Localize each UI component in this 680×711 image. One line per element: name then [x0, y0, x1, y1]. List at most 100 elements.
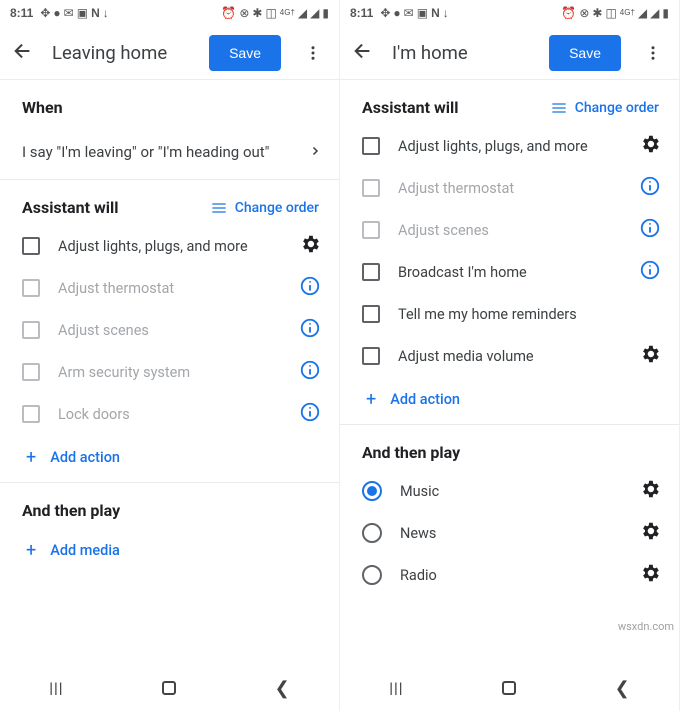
overflow-menu-button[interactable]: [293, 33, 333, 73]
play-label: Radio: [400, 567, 621, 584]
save-button[interactable]: Save: [209, 35, 281, 71]
back-button[interactable]: [12, 40, 34, 66]
action-item[interactable]: Arm security system: [0, 351, 339, 393]
status-icon: ✉: [64, 7, 74, 19]
play-item[interactable]: Radio: [340, 554, 679, 596]
action-item[interactable]: Adjust thermostat: [0, 267, 339, 309]
info-icon[interactable]: [639, 259, 661, 285]
bluetooth-icon: ⊗: [239, 7, 249, 19]
action-item[interactable]: Broadcast I'm home: [340, 251, 679, 293]
info-icon[interactable]: [299, 275, 321, 301]
section-title: When: [22, 98, 63, 117]
checkbox[interactable]: [22, 363, 40, 381]
play-label: Music: [400, 483, 621, 500]
checkbox[interactable]: [22, 237, 40, 255]
change-order-button[interactable]: Change order: [551, 100, 659, 116]
checkbox[interactable]: [362, 179, 380, 197]
left-phone: 8:11 ✥ ● ✉ ▣ N ↓ ⏰ ⊗ ✱ ◫ 4G† ◢ ◢ ▮ Leavi…: [0, 0, 340, 711]
gear-icon[interactable]: [639, 343, 661, 369]
network-type: 4G†: [280, 9, 295, 17]
overflow-menu-button[interactable]: [633, 33, 673, 73]
section-title: And then play: [22, 501, 120, 520]
bluetooth-icon: ⊗: [579, 7, 589, 19]
assistant-header: Assistant will Change order: [0, 180, 339, 225]
nav-home[interactable]: [502, 681, 516, 695]
checkbox[interactable]: [22, 321, 40, 339]
status-bar: 8:11 ✥ ● ✉ ▣ N ↓ ⏰ ⊗ ✱ ◫ 4G† ◢ ◢ ▮: [0, 0, 339, 26]
assistant-header: Assistant will Change order: [340, 80, 679, 125]
gear-icon[interactable]: [639, 133, 661, 159]
add-media-button[interactable]: + Add media: [0, 528, 339, 575]
add-action-label: Add action: [50, 449, 120, 466]
battery-icon: ▮: [322, 7, 329, 19]
info-icon[interactable]: [639, 217, 661, 243]
app-bar: I'm home Save: [340, 26, 679, 80]
gear-icon[interactable]: [639, 520, 661, 546]
right-phone: 8:11 ✥ ● ✉ ▣ N ↓ ⏰ ⊗ ✱ ◫ 4G† ◢ ◢ ▮ I'm h…: [340, 0, 680, 711]
radio-button[interactable]: [362, 565, 382, 585]
nav-back[interactable]: ❮: [275, 678, 290, 699]
nav-back[interactable]: ❮: [615, 678, 630, 699]
gear-icon[interactable]: [299, 233, 321, 259]
action-item[interactable]: Adjust lights, plugs, and more: [340, 125, 679, 167]
checkbox[interactable]: [22, 279, 40, 297]
network-type: 4G†: [620, 9, 635, 17]
action-item[interactable]: Tell me my home reminders: [340, 293, 679, 335]
play-item[interactable]: News: [340, 512, 679, 554]
action-item[interactable]: Adjust thermostat: [340, 167, 679, 209]
clock: 8:11: [10, 6, 33, 20]
nav-home[interactable]: [162, 681, 176, 695]
action-label: Adjust media volume: [398, 348, 621, 365]
action-item[interactable]: Adjust lights, plugs, and more: [0, 225, 339, 267]
nav-recents[interactable]: |||: [49, 679, 63, 697]
action-label: Lock doors: [58, 406, 281, 423]
checkbox[interactable]: [362, 263, 380, 281]
radio-button[interactable]: [362, 523, 382, 543]
play-header: And then play: [340, 425, 679, 470]
checkbox[interactable]: [362, 347, 380, 365]
action-item[interactable]: Lock doors: [0, 393, 339, 435]
action-item[interactable]: Adjust scenes: [0, 309, 339, 351]
add-action-button[interactable]: + Add action: [0, 435, 339, 482]
play-item[interactable]: Music: [340, 470, 679, 512]
page-title: I'm home: [386, 42, 537, 64]
checkbox[interactable]: [362, 137, 380, 155]
change-order-button[interactable]: Change order: [211, 200, 319, 216]
status-right: ⏰ ⊗ ✱ ◫ 4G† ◢ ◢ ▮: [561, 7, 669, 19]
status-icon: N: [91, 7, 100, 19]
content: When I say "I'm leaving" or "I'm heading…: [0, 80, 339, 665]
watermark: wsxdn.com: [618, 620, 674, 633]
add-action-button[interactable]: + Add action: [340, 377, 679, 424]
signal-icon: ◢: [298, 7, 307, 19]
signal-icon: ◢: [650, 7, 659, 19]
info-icon[interactable]: [299, 359, 321, 385]
info-icon[interactable]: [299, 317, 321, 343]
checkbox[interactable]: [362, 221, 380, 239]
action-item[interactable]: Adjust media volume: [340, 335, 679, 377]
status-right: ⏰ ⊗ ✱ ◫ 4G† ◢ ◢ ▮: [221, 7, 329, 19]
alarm-icon: ⏰: [221, 7, 236, 19]
trigger-text: I say "I'm leaving" or "I'm heading out": [22, 143, 269, 161]
info-icon[interactable]: [639, 175, 661, 201]
signal-icon: ◢: [638, 7, 647, 19]
action-label: Adjust scenes: [398, 222, 621, 239]
status-icon: ✥: [40, 7, 50, 19]
save-button[interactable]: Save: [549, 35, 621, 71]
action-item[interactable]: Adjust scenes: [340, 209, 679, 251]
nav-recents[interactable]: |||: [389, 679, 403, 697]
trigger-row[interactable]: I say "I'm leaving" or "I'm heading out": [0, 125, 339, 179]
gear-icon[interactable]: [639, 478, 661, 504]
info-icon[interactable]: [299, 401, 321, 427]
reorder-icon: [551, 102, 567, 114]
status-left: 8:11 ✥ ● ✉ ▣ N ↓: [350, 6, 449, 20]
status-icon: ✥: [380, 7, 390, 19]
add-media-label: Add media: [50, 542, 120, 559]
checkbox[interactable]: [362, 305, 380, 323]
action-label: Adjust lights, plugs, and more: [58, 238, 281, 255]
action-label: Tell me my home reminders: [398, 306, 661, 323]
back-button[interactable]: [352, 40, 374, 66]
gear-icon[interactable]: [639, 562, 661, 588]
radio-button[interactable]: [362, 481, 382, 501]
checkbox[interactable]: [22, 405, 40, 423]
vibrate-icon: ◫: [605, 7, 616, 19]
